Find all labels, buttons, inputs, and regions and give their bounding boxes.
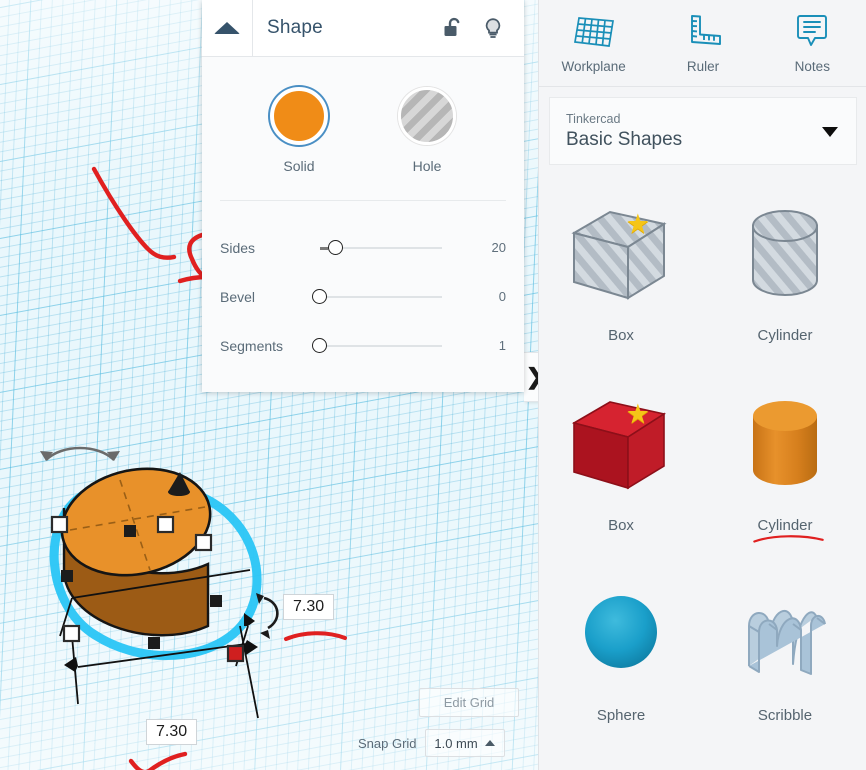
star-badge-icon: ★: [625, 399, 650, 429]
unlock-button[interactable]: [440, 14, 466, 42]
shape-panel-collapse-button[interactable]: [202, 0, 253, 56]
slider-row-segments: Segments 1: [220, 321, 506, 370]
segments-value[interactable]: 1: [460, 338, 506, 353]
box-hole-thumb: ★: [562, 201, 680, 309]
shape-library-grid: ★ Box Cylinder ★ Box Cylinder Sphere Scr…: [539, 183, 866, 770]
dimension-label-height[interactable]: 7.30: [283, 594, 335, 620]
dimension-label-width[interactable]: 7.30: [146, 719, 198, 745]
sides-slider[interactable]: [312, 238, 460, 258]
shape-item-label: Box: [608, 327, 634, 344]
sphere-solid-icon: [585, 596, 657, 668]
tool-notes[interactable]: Notes: [758, 12, 866, 74]
shape-item-label: Sphere: [596, 707, 646, 724]
bevel-slider-knob[interactable]: [312, 289, 327, 304]
cylinder-solid-icon: [753, 401, 817, 485]
workplane-icon: [573, 17, 614, 47]
shape-panel-header-icons: [440, 14, 524, 42]
scribble-icon: [748, 610, 826, 675]
box-solid-icon: [571, 401, 667, 490]
scribble-thumb: [731, 581, 839, 689]
snap-grid-label: Snap Grid: [358, 735, 417, 751]
shape-item-cylinder-hole[interactable]: Cylinder: [703, 183, 866, 373]
tool-workplane-label: Workplane: [561, 59, 626, 74]
snap-grid-control: Snap Grid 1.0 mm: [358, 729, 505, 757]
edit-grid-button[interactable]: Edit Grid: [419, 688, 519, 717]
shape-collection-dropdown[interactable]: Tinkercad Basic Shapes: [549, 97, 857, 165]
segments-label: Segments: [220, 337, 284, 354]
shape-panel-header: Shape: [202, 0, 524, 57]
solid-label: Solid: [283, 158, 315, 174]
notes-icon: [797, 15, 828, 46]
segments-slider-track: [326, 344, 442, 347]
solid-swatch-icon: [270, 87, 328, 145]
tool-notes-label: Notes: [794, 59, 830, 74]
shape-item-cylinder-solid[interactable]: Cylinder: [703, 373, 866, 563]
segments-slider-knob[interactable]: [312, 338, 327, 353]
hole-label: Hole: [412, 158, 442, 174]
star-badge-icon: ★: [625, 209, 650, 239]
shape-mode-solid[interactable]: Solid: [270, 87, 328, 174]
triangle-down-icon: [822, 127, 838, 137]
slider-row-bevel: Bevel 0: [220, 272, 506, 321]
right-sidebar: Workplane Ruler Notes Tinkercad Basic Sh…: [538, 0, 866, 770]
snap-grid-value: 1.0 mm: [434, 735, 478, 751]
bevel-slider[interactable]: [312, 287, 460, 307]
collection-label: Basic Shapes: [566, 128, 683, 150]
box-solid-thumb: ★: [562, 391, 680, 499]
collection-text: Tinkercad Basic Shapes: [566, 112, 682, 151]
sides-slider-fill: [320, 246, 328, 250]
tool-ruler-label: Ruler: [686, 59, 720, 74]
cylinder-solid-thumb: [733, 391, 837, 499]
bevel-slider-track: [326, 295, 442, 298]
shape-panel-body: Solid Hole Sides 20 Bevel 0 Segments 1: [202, 57, 524, 370]
triangle-up-icon: [214, 22, 240, 34]
shape-item-label: Cylinder: [757, 327, 813, 344]
shape-item-scribble[interactable]: Scribble: [703, 563, 866, 753]
shape-mode-row: Solid Hole: [202, 81, 524, 174]
segments-slider[interactable]: [312, 336, 460, 356]
collection-sublabel: Tinkercad: [566, 111, 621, 126]
light-button[interactable]: [480, 14, 506, 42]
bevel-value[interactable]: 0: [460, 289, 506, 304]
sides-slider-track: [326, 246, 442, 249]
sides-slider-knob[interactable]: [328, 240, 343, 255]
cylinder-hole-icon: [752, 210, 818, 296]
shape-item-label: Box: [608, 517, 634, 534]
tinkercad-editor: 7.30 7.30 Edit Grid Snap Grid 1.0 mm ❯ S…: [0, 0, 866, 770]
sides-label: Sides: [220, 239, 256, 256]
triangle-up-icon: [484, 740, 495, 746]
slider-row-sides: Sides 20: [220, 223, 506, 272]
tool-ruler[interactable]: Ruler: [648, 12, 757, 74]
shape-item-label: Cylinder: [753, 517, 825, 543]
bevel-label: Bevel: [220, 288, 256, 305]
unlock-icon: [444, 17, 460, 36]
shape-item-box-hole[interactable]: ★ Box: [539, 183, 703, 373]
hole-swatch-icon: [398, 87, 456, 145]
shape-mode-hole[interactable]: Hole: [398, 87, 456, 174]
box-hole-icon: [571, 210, 667, 300]
ruler-icon: [691, 15, 721, 45]
shape-inspector-panel: Shape Solid Hole Sides 20 Bevel 0 Segmen…: [202, 0, 524, 392]
tool-workplane[interactable]: Workplane: [539, 12, 648, 74]
shape-item-box-solid[interactable]: ★ Box: [539, 373, 703, 563]
cylinder-hole-thumb: [733, 201, 837, 309]
sidebar-toolbar: Workplane Ruler Notes: [539, 0, 866, 87]
shape-panel-title: Shape: [267, 17, 323, 38]
sphere-thumb: [569, 581, 673, 689]
snap-grid-select[interactable]: 1.0 mm: [424, 729, 505, 757]
shape-sliders: Sides 20 Bevel 0 Segments 1: [202, 201, 524, 370]
shape-item-sphere[interactable]: Sphere: [539, 563, 703, 753]
sides-value[interactable]: 20: [460, 240, 506, 255]
shape-item-label: Scribble: [757, 707, 813, 724]
annotation-red-underline-cylinder: [753, 535, 825, 543]
lightbulb-icon: [485, 18, 501, 38]
